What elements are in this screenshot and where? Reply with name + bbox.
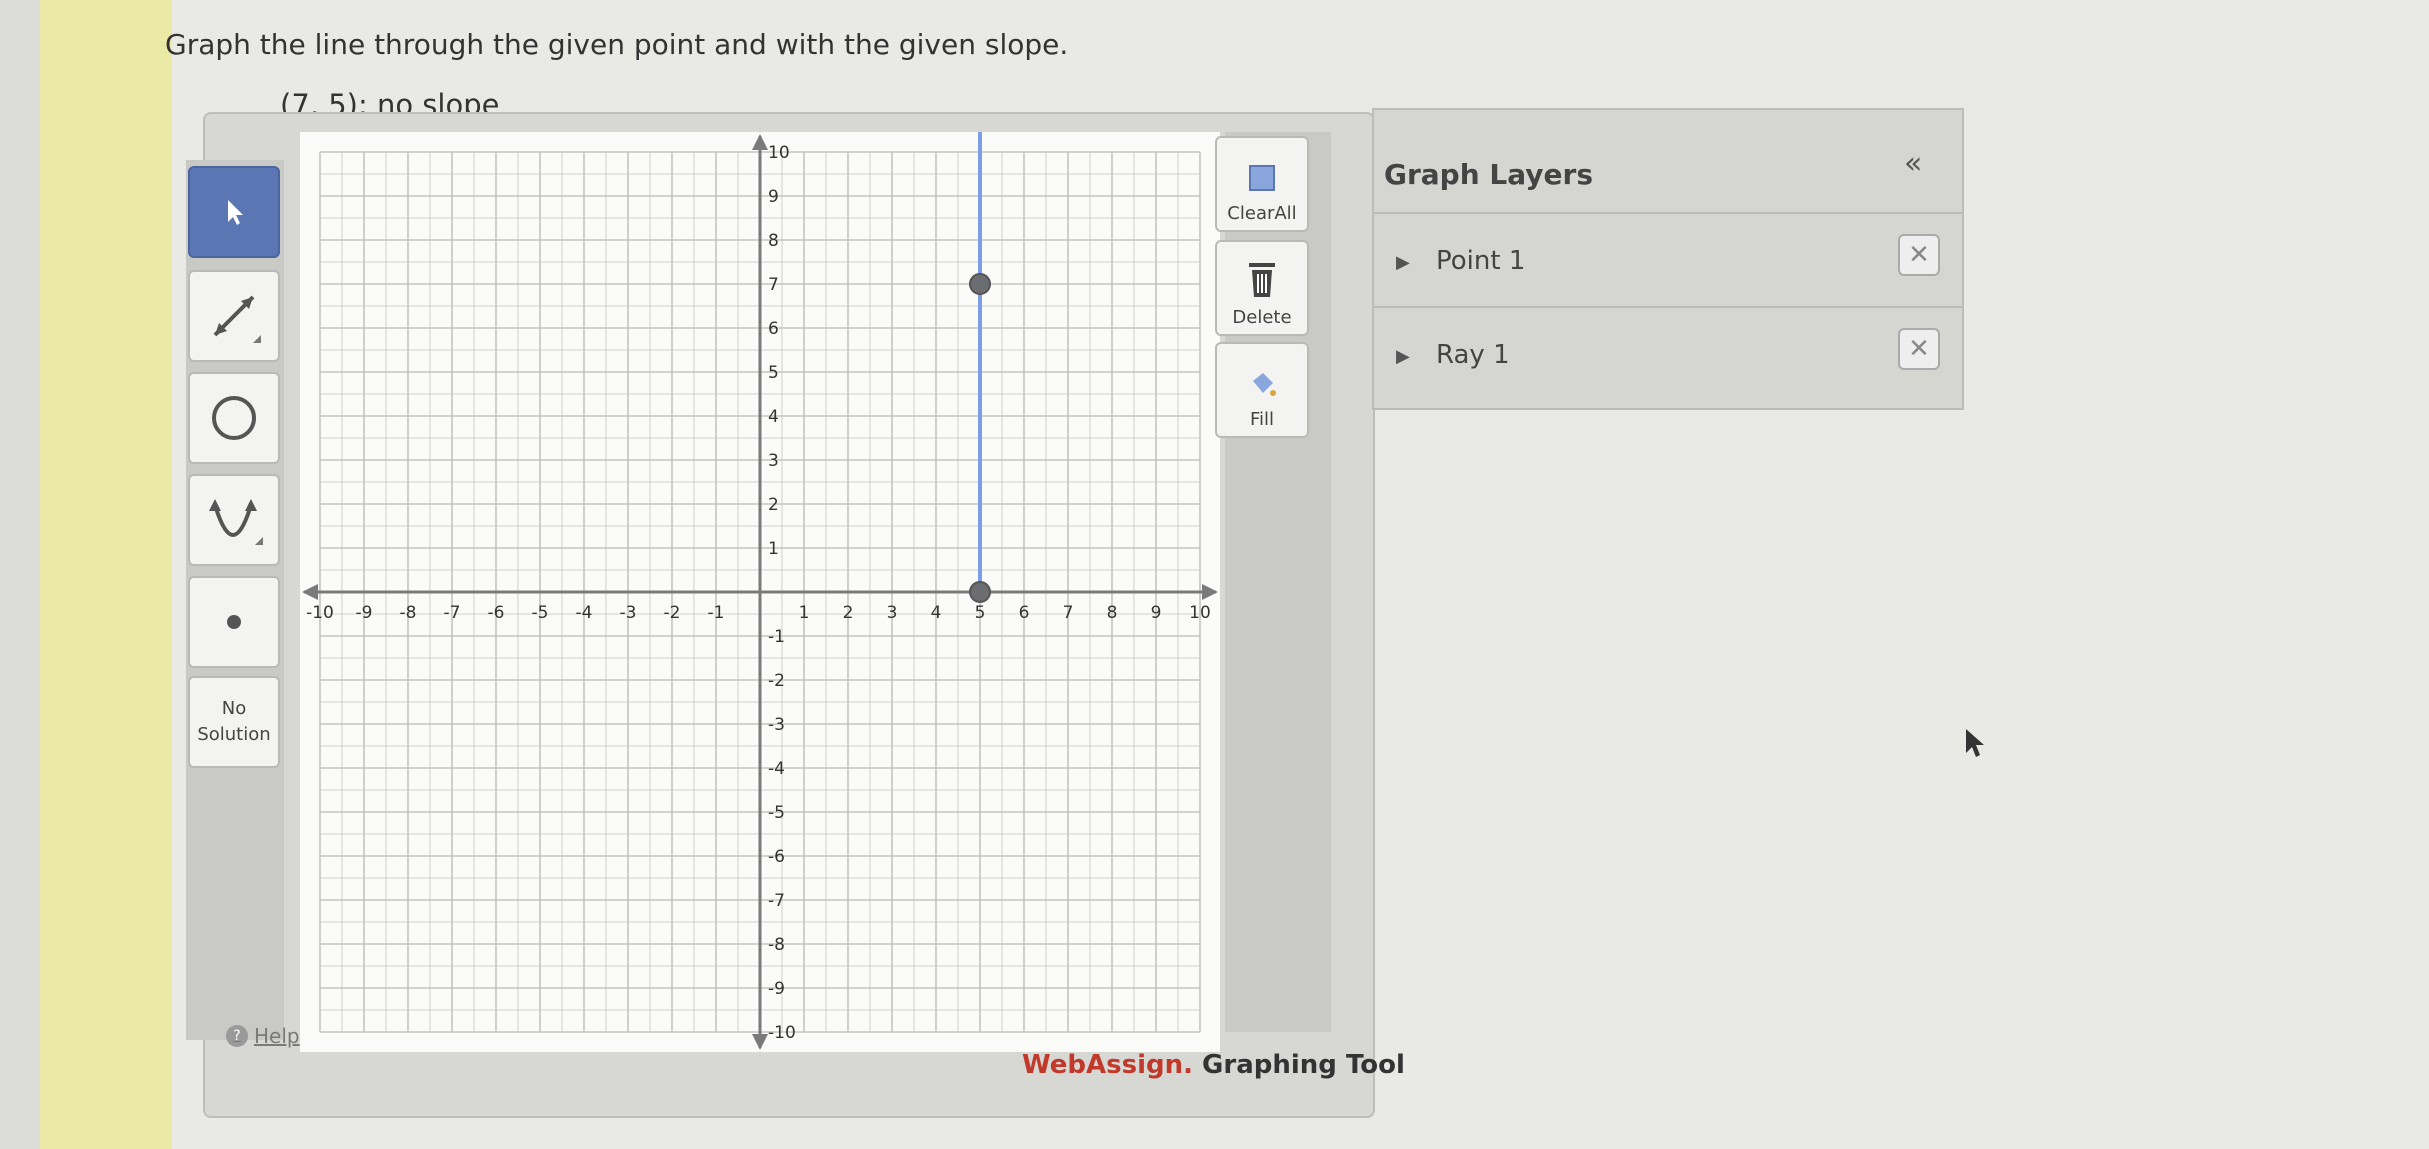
clear-all-label: ClearAll	[1227, 203, 1297, 224]
parabola-icon	[209, 499, 263, 545]
no-solution-label-1: No	[221, 698, 247, 719]
delete-layer-icon[interactable]: ✕	[1898, 328, 1940, 370]
parabola-tool-button[interactable]	[188, 474, 280, 566]
layer-row-point-1[interactable]: ▶ Point 1 ✕	[1374, 212, 1962, 308]
delete-label: Delete	[1232, 307, 1292, 328]
line-segment-icon	[213, 295, 261, 343]
x-tick-label: -7	[444, 603, 461, 623]
x-tick-label: -9	[356, 603, 373, 623]
no-solution-label-2: Solution	[197, 724, 271, 745]
y-tick-label: 5	[768, 363, 779, 383]
brand-prefix: WebAssign.	[1022, 1050, 1193, 1080]
x-tick-label: -4	[576, 603, 593, 623]
y-axis-arrow-down	[752, 1034, 768, 1050]
x-tick-label: 5	[975, 603, 986, 623]
x-tick-label: 3	[887, 603, 898, 623]
trash-icon	[1249, 263, 1275, 297]
y-tick-label: 9	[768, 187, 779, 207]
y-tick-label: -6	[768, 847, 785, 867]
layer-label: Ray 1	[1436, 340, 1510, 370]
x-axis-arrow-left	[302, 584, 318, 600]
no-solution-button[interactable]: No Solution	[188, 676, 280, 768]
x-tick-label: 6	[1019, 603, 1030, 623]
point-1-marker	[969, 273, 991, 295]
y-tick-label: -7	[768, 891, 785, 911]
x-tick-label: 10	[1189, 603, 1211, 623]
x-tick-label: -2	[664, 603, 681, 623]
y-tick-label: 10	[768, 143, 790, 163]
brand-suffix: Graphing Tool	[1192, 1050, 1405, 1080]
fill-button[interactable]: Fill	[1215, 342, 1309, 438]
arrow-pointer-icon	[228, 200, 243, 225]
y-tick-label: -8	[768, 935, 785, 955]
x-tick-label: -8	[400, 603, 417, 623]
webassign-brand: WebAssign. Graphing Tool	[1022, 1050, 1405, 1080]
x-tick-label: 7	[1063, 603, 1074, 623]
clear-all-button[interactable]: ClearAll	[1215, 136, 1309, 232]
circle-tool-button[interactable]	[188, 372, 280, 464]
x-axis-arrow-right	[1202, 584, 1218, 600]
collapse-panel-icon[interactable]: «	[1904, 146, 1922, 181]
help-label: Help	[254, 1024, 300, 1048]
x-tick-label: -10	[306, 603, 334, 623]
point-icon	[227, 615, 241, 629]
y-tick-label: 2	[768, 495, 779, 515]
x-tick-label: -5	[532, 603, 549, 623]
y-tick-label: -5	[768, 803, 785, 823]
left-highlight-stripe	[40, 0, 172, 1149]
fill-label: Fill	[1249, 409, 1275, 430]
paint-bucket-icon	[1253, 373, 1276, 396]
x-tick-label: 9	[1151, 603, 1162, 623]
x-tick-label: -1	[708, 603, 725, 623]
y-tick-label: -2	[768, 671, 785, 691]
ray-endpoint-marker	[969, 581, 991, 603]
x-tick-label: 2	[843, 603, 854, 623]
circle-icon	[212, 396, 256, 440]
x-tick-label: -3	[620, 603, 637, 623]
x-tick-label: 8	[1107, 603, 1118, 623]
point-tool-button[interactable]	[188, 576, 280, 668]
layer-row-ray-1[interactable]: ▶ Ray 1 ✕	[1374, 306, 1962, 402]
graph-layers-title: Graph Layers	[1384, 158, 1594, 191]
help-link[interactable]: ? Help	[226, 1024, 300, 1048]
y-tick-label: -3	[768, 715, 785, 735]
clear-all-icon	[1249, 165, 1275, 191]
pointer-tool-button[interactable]	[188, 166, 280, 258]
y-tick-label: 3	[768, 451, 779, 471]
y-tick-label: 8	[768, 231, 779, 251]
expand-arrow-icon[interactable]: ▶	[1396, 252, 1410, 273]
y-tick-label: -4	[768, 759, 785, 779]
coordinate-graph[interactable]: -10 -9 -8 -7 -6 -5 -4 -3 -2 -1 1 2 3 4 5 6 7 8 9 10 10 9 8 7 6 5 4…	[300, 132, 1220, 1052]
x-tick-label: 1	[799, 603, 810, 623]
y-tick-label: -1	[768, 627, 785, 647]
y-tick-label: 4	[768, 407, 779, 427]
y-tick-label: 7	[768, 275, 779, 295]
y-tick-label: 6	[768, 319, 779, 339]
expand-arrow-icon[interactable]: ▶	[1396, 346, 1410, 367]
y-tick-label: 1	[768, 539, 779, 559]
mouse-cursor-icon	[1966, 729, 1984, 757]
y-tick-label: -9	[768, 979, 785, 999]
help-icon: ?	[226, 1025, 248, 1047]
left-edge	[0, 0, 40, 1149]
x-tick-label: 4	[931, 603, 942, 623]
question-prompt: Graph the line through the given point a…	[165, 28, 1069, 61]
y-tick-label: -10	[768, 1023, 796, 1043]
line-tool-button[interactable]	[188, 270, 280, 362]
y-axis-arrow-up	[752, 134, 768, 150]
layer-label: Point 1	[1436, 246, 1526, 276]
delete-button[interactable]: Delete	[1215, 240, 1309, 336]
x-tick-label: -6	[488, 603, 505, 623]
delete-layer-icon[interactable]: ✕	[1898, 234, 1940, 276]
